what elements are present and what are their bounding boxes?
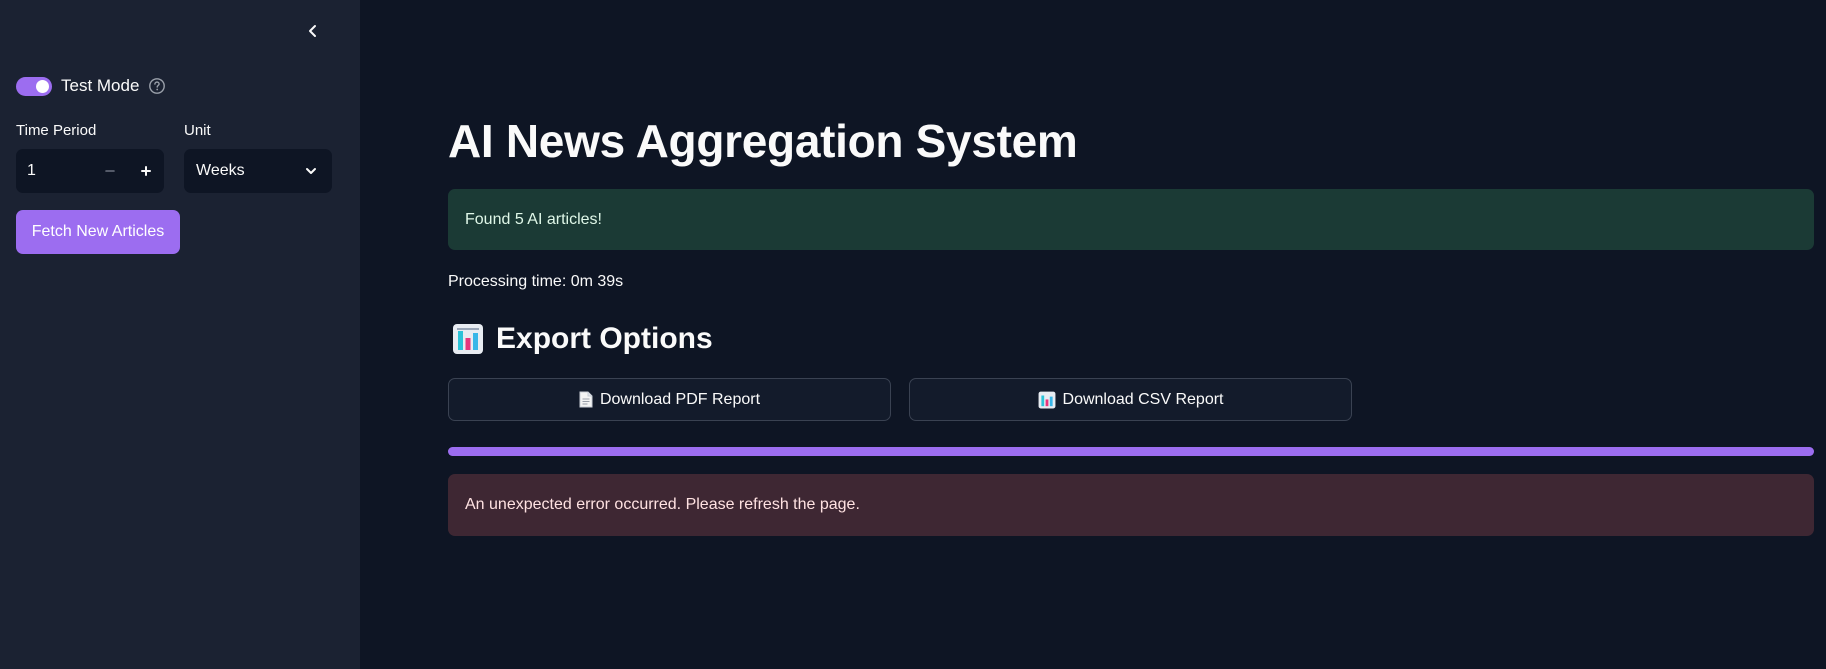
- main-content: AI News Aggregation System Found 5 AI ar…: [448, 0, 1814, 669]
- increment-button[interactable]: [128, 149, 164, 193]
- collapse-sidebar-button[interactable]: [300, 18, 326, 44]
- time-period-label: Time Period: [16, 122, 97, 139]
- unit-label: Unit: [184, 122, 211, 139]
- download-csv-label: Download CSV Report: [1062, 390, 1224, 408]
- app-root: Test Mode Time Period Unit 1 Weeks Fetch…: [0, 0, 1826, 669]
- document-icon: [579, 391, 593, 408]
- question-circle-icon[interactable]: [148, 77, 166, 95]
- fetch-new-articles-button[interactable]: Fetch New Articles: [16, 210, 180, 254]
- page-title: AI News Aggregation System: [448, 115, 1078, 167]
- processing-time-text: Processing time: 0m 39s: [448, 273, 624, 290]
- minus-icon: [105, 170, 115, 172]
- chevron-down-icon: [306, 168, 316, 174]
- download-csv-button[interactable]: Download CSV Report: [909, 378, 1352, 421]
- bar-chart-icon: [1038, 391, 1055, 408]
- progress-bar-fill: [448, 447, 1814, 456]
- download-pdf-button[interactable]: Download PDF Report: [448, 378, 891, 421]
- progress-bar: [448, 447, 1814, 456]
- time-period-value[interactable]: 1: [16, 162, 92, 180]
- decrement-button[interactable]: [92, 149, 128, 193]
- success-message: Found 5 AI articles!: [465, 210, 602, 228]
- unit-selected-value: Weeks: [196, 162, 245, 179]
- download-pdf-label: Download PDF Report: [599, 390, 761, 408]
- sidebar: Test Mode Time Period Unit 1 Weeks Fetch…: [0, 0, 360, 669]
- export-options-heading: Export Options: [452, 322, 713, 356]
- chevron-left-icon: [309, 25, 316, 37]
- time-period-input[interactable]: 1: [16, 149, 164, 193]
- plus-icon: [141, 166, 151, 176]
- success-alert: Found 5 AI articles!: [448, 189, 1814, 250]
- test-mode-label: Test Mode: [61, 76, 140, 95]
- bar-chart-icon: [453, 324, 483, 354]
- test-mode-row: Test Mode: [16, 76, 166, 96]
- unit-select[interactable]: Weeks: [184, 149, 332, 193]
- toggle-knob: [36, 79, 49, 93]
- export-options-title: Export Options: [496, 322, 713, 355]
- test-mode-toggle[interactable]: [16, 76, 52, 96]
- error-message: An unexpected error occurred. Please ref…: [465, 496, 860, 513]
- error-alert: An unexpected error occurred. Please ref…: [448, 474, 1814, 536]
